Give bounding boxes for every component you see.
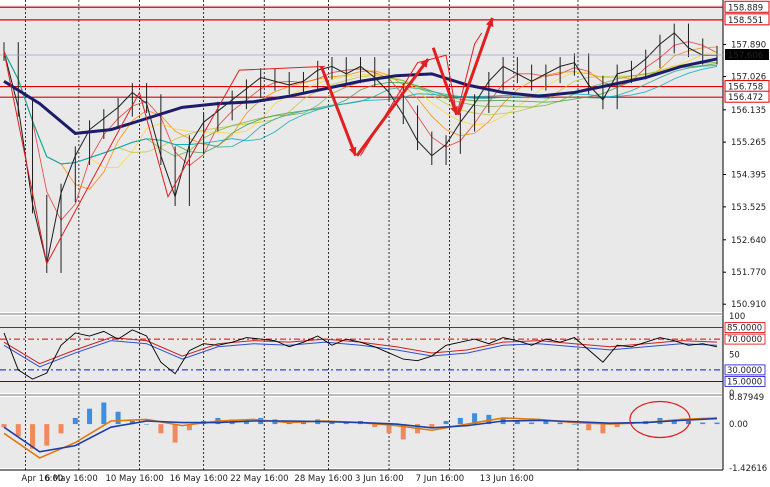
macd-histogram-bar: [72, 417, 78, 425]
y-tick-label: 152.640: [731, 236, 766, 246]
macd-histogram-bar: [714, 422, 720, 425]
macd-y-tick-label: 0.87949: [729, 393, 764, 403]
rsi-level-label: 15.0000: [727, 377, 762, 387]
macd-histogram-bar: [571, 424, 577, 425]
rsi-level-label: 30.0000: [727, 366, 762, 376]
x-tick-label: 16 May 16:00: [170, 474, 228, 483]
x-tick-label: 7 Jun 16:00: [416, 474, 465, 483]
y-tick-label: 153.525: [731, 203, 766, 213]
macd-histogram-bar: [457, 417, 463, 425]
x-tick-label: 22 May 16:00: [230, 474, 288, 483]
macd-histogram-bar: [443, 421, 449, 425]
macd-histogram-bar: [700, 422, 706, 425]
macd-histogram-bar: [529, 422, 535, 425]
macd-histogram-bar: [15, 424, 21, 437]
x-tick-label: 6 May 16:00: [45, 474, 98, 483]
macd-panel-bg: [0, 397, 723, 468]
rsi-y-tick-label: 50: [729, 351, 740, 361]
x-tick-label: 28 May 16:00: [294, 474, 352, 483]
x-tick-label: 10 May 16:00: [105, 474, 163, 483]
rsi-level-label: 85.0000: [727, 324, 762, 334]
macd-histogram-bar: [586, 424, 592, 431]
main-panel-bg: [0, 5, 723, 312]
macd-histogram-bar: [158, 424, 164, 434]
current-price-label: 157.606: [728, 51, 763, 61]
macd-histogram-bar: [44, 424, 50, 446]
macd-y-tick-label: 0.00: [729, 420, 748, 430]
x-tick-label: 13 Jun 16:00: [480, 474, 534, 483]
y-tick-label: 155.265: [731, 138, 766, 148]
macd-histogram-bar: [144, 424, 150, 425]
macd-histogram-bar: [87, 408, 93, 425]
macd-histogram-bar: [600, 424, 606, 434]
y-tick-label: 154.395: [731, 171, 766, 181]
rsi-y-tick-label: 100: [729, 312, 745, 322]
macd-histogram-bar: [115, 411, 121, 425]
y-tick-label: 157.890: [731, 40, 766, 50]
trading-chart: Apr 16:006 May 16:00 10 May 16:00 16 May 1…: [0, 0, 770, 484]
chart-root: Apr 16:00 6 May 16:00 10 May 16:00 16 May 1…: [0, 0, 770, 484]
x-tick-label: 3 Jun 16:00: [355, 474, 404, 483]
macd-histogram-bar: [58, 424, 64, 434]
y-tick-label: 150.910: [731, 300, 766, 310]
rsi-level-label: 70.0000: [727, 335, 762, 345]
y-tick-label: 151.770: [731, 268, 766, 278]
price-level-label: 158.551: [728, 16, 763, 26]
price-level-label: 156.472: [728, 93, 763, 103]
macd-histogram-bar: [101, 402, 107, 425]
y-tick-label: 156.135: [731, 106, 766, 116]
macd-histogram-bar: [429, 424, 435, 428]
macd-histogram-bar: [1, 424, 7, 428]
macd-histogram-bar: [557, 422, 563, 425]
macd-y-tick-label: -1.42616: [729, 464, 767, 474]
price-level-label: 158.889: [728, 3, 763, 13]
macd-histogram-bar: [172, 424, 178, 443]
